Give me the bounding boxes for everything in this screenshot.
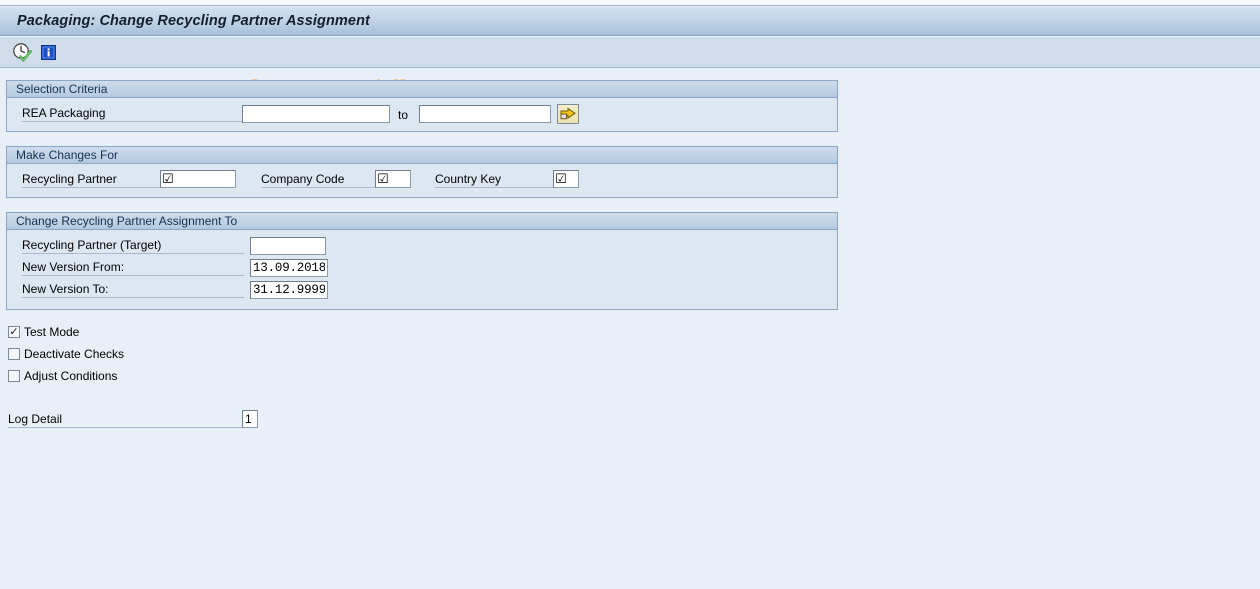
rea-packaging-label: REA Packaging [22, 106, 244, 122]
company-code-flag-input[interactable]: ☑ [375, 170, 411, 188]
window-top-strip [0, 0, 1260, 6]
checked-box-glyph: ☑ [555, 171, 567, 187]
adjust-conditions-checkbox[interactable] [8, 370, 20, 382]
checked-box-glyph: ☑ [162, 171, 174, 187]
new-version-from-label: New Version From: [22, 260, 244, 276]
rea-packaging-to-input[interactable] [419, 105, 551, 123]
selection-criteria-header: Selection Criteria [7, 81, 837, 98]
make-changes-for-header: Make Changes For [7, 147, 837, 164]
test-mode-label: Test Mode [24, 325, 80, 339]
adjust-conditions-label: Adjust Conditions [24, 369, 118, 383]
test-mode-checkbox[interactable]: ✓ [8, 326, 20, 338]
country-key-flag-input[interactable]: ☑ [553, 170, 579, 188]
rea-packaging-from-input[interactable] [242, 105, 390, 123]
log-detail-input[interactable] [242, 410, 258, 428]
rea-packaging-to-label: to [398, 108, 409, 122]
new-version-to-input[interactable] [250, 281, 328, 299]
recycling-partner-target-label: Recycling Partner (Target) [22, 238, 244, 254]
company-code-flag-label: Company Code [261, 172, 375, 188]
make-changes-for-body: Recycling Partner ☑ Company Code ☑ Count… [7, 164, 837, 199]
make-changes-for-panel: Make Changes For Recycling Partner ☑ Com… [6, 146, 838, 198]
new-version-to-label: New Version To: [22, 282, 244, 298]
recycling-partner-target-input[interactable] [250, 237, 326, 255]
title-bar: Packaging: Change Recycling Partner Assi… [0, 7, 1260, 36]
rea-packaging-multiple-selection-button[interactable] [557, 104, 579, 124]
change-assignment-to-panel: Change Recycling Partner Assignment To R… [6, 212, 838, 310]
new-version-from-input[interactable] [250, 259, 328, 277]
page-title: Packaging: Change Recycling Partner Assi… [17, 13, 370, 29]
deactivate-checks-checkbox[interactable] [8, 348, 20, 360]
info-button[interactable] [38, 42, 59, 63]
check-tick-icon: ✓ [9, 325, 19, 338]
clock-check-icon [13, 43, 32, 62]
country-key-flag-label: Country Key [435, 172, 553, 188]
execute-button[interactable] [12, 42, 33, 63]
test-mode-checkbox-row[interactable]: ✓ Test Mode [8, 323, 79, 341]
recycling-partner-flag-label: Recycling Partner [22, 172, 160, 188]
info-blue-icon [41, 45, 56, 60]
change-assignment-to-body: Recycling Partner (Target) New Version F… [7, 230, 837, 311]
log-detail-label: Log Detail [8, 411, 256, 428]
selection-criteria-body: REA Packaging to [7, 98, 837, 133]
selection-criteria-panel: Selection Criteria REA Packaging to [6, 80, 838, 132]
application-toolbar: © www.tutorialkart.com [0, 37, 1260, 100]
change-assignment-to-header: Change Recycling Partner Assignment To [7, 213, 837, 230]
recycling-partner-flag-input[interactable]: ☑ [160, 170, 236, 188]
adjust-conditions-checkbox-row[interactable]: Adjust Conditions [8, 367, 117, 385]
checked-box-glyph: ☑ [377, 171, 389, 187]
deactivate-checks-label: Deactivate Checks [24, 347, 125, 361]
multiple-selection-arrow-icon [560, 107, 576, 120]
deactivate-checks-checkbox-row[interactable]: Deactivate Checks [8, 345, 124, 363]
